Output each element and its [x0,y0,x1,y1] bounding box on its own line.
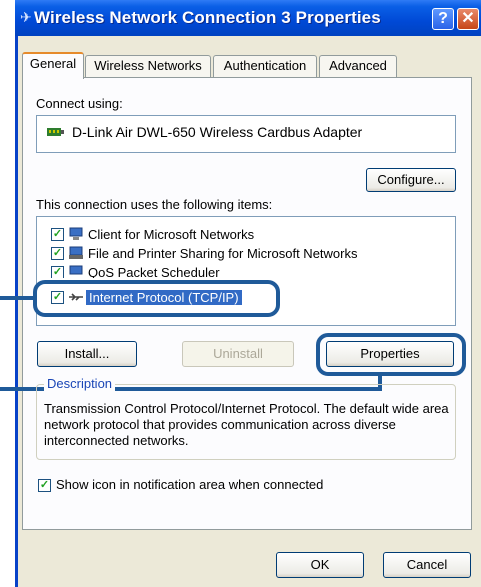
tab-authentication[interactable]: Authentication [213,55,317,77]
network-client-icon [68,227,84,241]
list-item[interactable]: ✓ Client for Microsoft Networks [40,226,440,244]
description-text: Transmission Control Protocol/Internet P… [44,401,449,448]
cancel-button[interactable]: Cancel [383,552,471,578]
item-checkbox[interactable]: ✓ [51,247,64,260]
tab-wireless-networks[interactable]: Wireless Networks [85,55,211,77]
description-label: Description [44,376,116,391]
install-button[interactable]: Install... [37,341,137,367]
item-label: QoS Packet Scheduler [88,265,220,278]
uninstall-button[interactable]: Uninstall [182,341,294,367]
window-title: Wireless Network Connection 3 Properties [34,8,381,27]
tcpip-highlight [33,280,280,317]
file-printer-sharing-icon [68,246,84,260]
callout-line [0,296,35,300]
configure-button[interactable]: Configure... [366,168,456,192]
tab-advanced[interactable]: Advanced [319,55,397,77]
close-button[interactable]: ✕ [457,8,479,30]
connect-using-label: Connect using: [36,96,123,111]
item-label: File and Printer Sharing for Microsoft N… [88,246,358,261]
notification-checkbox[interactable]: ✓ [38,479,51,492]
tab-general[interactable]: General [22,52,84,79]
list-item[interactable]: ✓ QoS Packet Scheduler [40,264,440,278]
network-connection-icon: ✈ [20,9,32,25]
item-checkbox[interactable]: ✓ [51,228,64,241]
network-adapter-icon [46,126,64,138]
item-checkbox[interactable]: ✓ [51,266,64,278]
qos-icon [68,265,84,278]
items-label: This connection uses the following items… [36,197,273,212]
ok-button[interactable]: OK [276,552,364,578]
properties-highlight [316,333,466,376]
adapter-name: D-Link Air DWL-650 Wireless Cardbus Adap… [72,124,363,140]
list-item[interactable]: ✓ File and Printer Sharing for Microsoft… [40,245,440,263]
item-label: Client for Microsoft Networks [88,227,255,242]
help-button[interactable]: ? [432,8,454,30]
notification-label: Show icon in notification area when conn… [56,477,324,492]
